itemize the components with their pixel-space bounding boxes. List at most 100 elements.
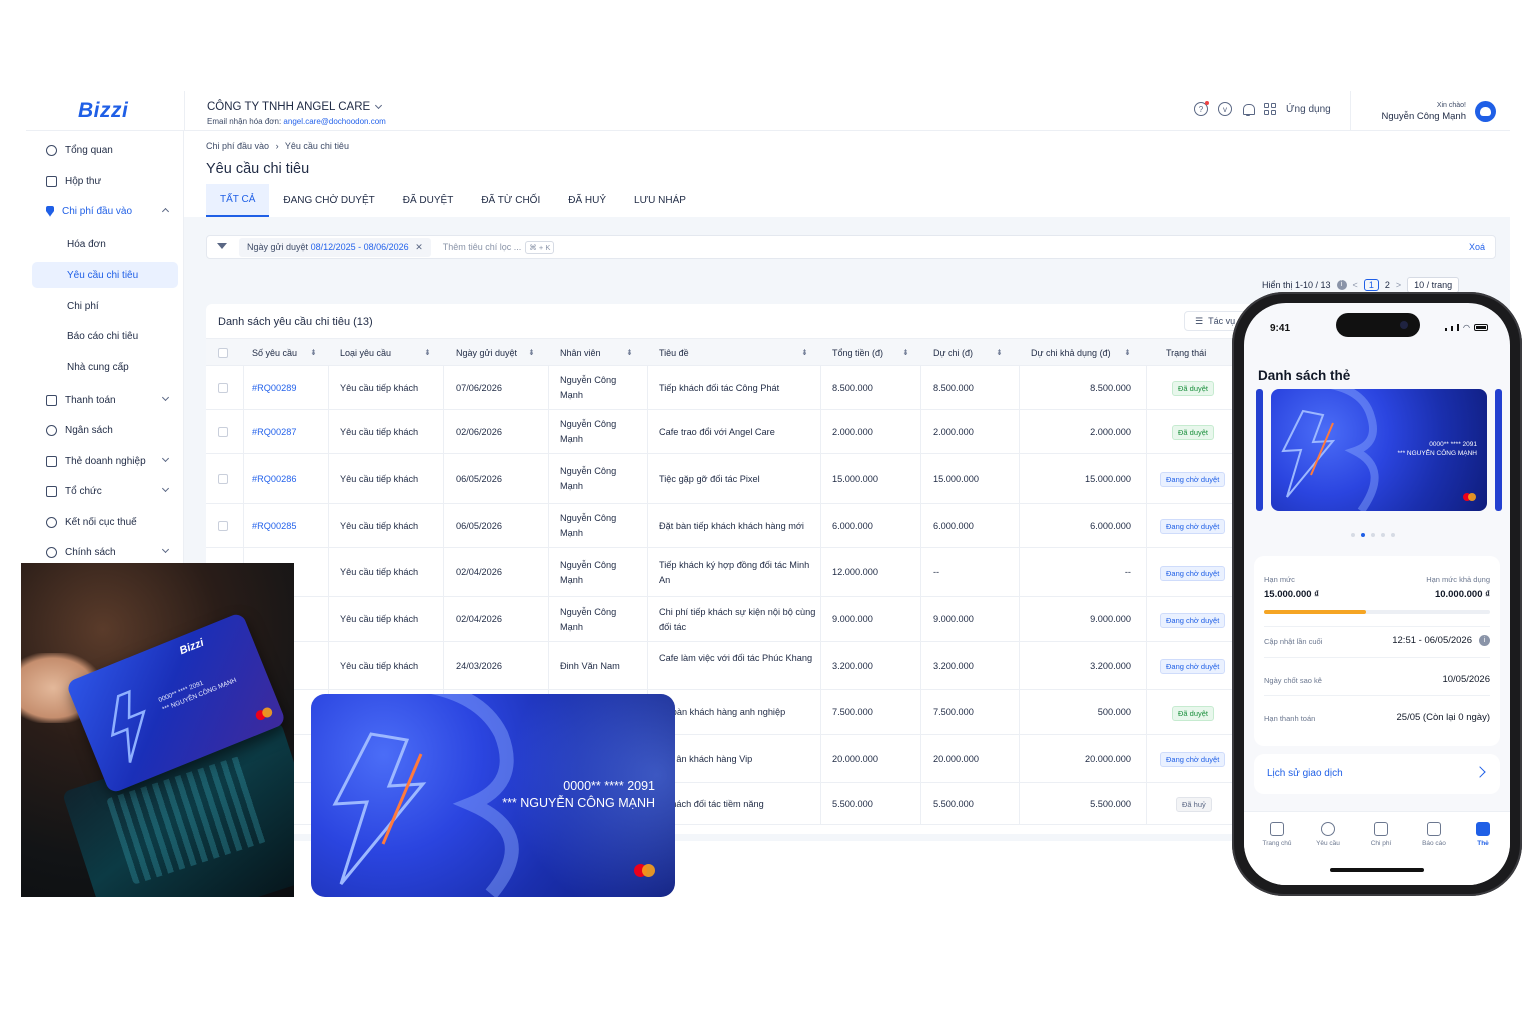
sidebar-item-policy[interactable]: Chính sách	[32, 539, 178, 565]
sidebar-item-payments[interactable]: Thanh toán	[32, 387, 178, 413]
pin-icon[interactable]: ⇟	[528, 348, 535, 357]
column-header[interactable]: Số yêu cầu ⇟	[252, 348, 317, 358]
row-checkbox[interactable]	[218, 474, 228, 484]
tab-requests[interactable]: Yêu cầu	[1303, 822, 1353, 847]
user-menu[interactable]: Xin chào! Nguyễn Công Mạnh	[1350, 91, 1510, 131]
org-chart-icon	[46, 485, 57, 497]
sidebar-subitem-expense-reports[interactable]: Báo cáo chi tiêu	[32, 323, 178, 349]
carousel-dot[interactable]	[1361, 533, 1365, 537]
filter-search-input[interactable]: Thêm tiêu chí lọc ...	[443, 242, 522, 252]
tab-cards[interactable]: Thẻ	[1458, 822, 1508, 847]
request-title: p đoàn khách hàng anh nghiệp	[659, 707, 786, 717]
sidebar-item-inbox[interactable]: Hộp thư	[32, 168, 178, 194]
tab-drafts[interactable]: LƯU NHÁP	[620, 184, 700, 217]
company-selector[interactable]: CÔNG TY TNHH ANGEL CARE Email nhận hóa đ…	[184, 91, 386, 131]
phone-card[interactable]: 0000** **** 2091 *** NGUYỄN CÔNG MẠNH	[1271, 389, 1487, 511]
sidebar-subitem-spend-requests[interactable]: Yêu cầu chi tiêu	[32, 262, 178, 288]
filter-chip-date[interactable]: Ngày gửi duyệt 08/12/2025 - 08/06/2026 ✕	[239, 237, 431, 257]
pin-icon[interactable]: ⇟	[1124, 348, 1131, 357]
pin-icon[interactable]: ⇟	[902, 348, 909, 357]
select-all-checkbox[interactable]	[218, 348, 228, 358]
column-header[interactable]: Trạng thái	[1166, 348, 1206, 358]
column-header[interactable]: Dự chi khả dụng (đ) ⇟	[1031, 348, 1131, 358]
tab-home[interactable]: Trang chủ	[1252, 822, 1302, 847]
avatar[interactable]	[1475, 101, 1496, 122]
transaction-history-button[interactable]: Lịch sử giao dịch	[1254, 754, 1500, 794]
dollar-circle-icon	[1321, 822, 1335, 836]
sidebar-item-tax-connect[interactable]: Kết nối cục thuế	[32, 509, 178, 535]
actions-label: Tác vụ	[1208, 316, 1236, 326]
pin-icon[interactable]: ⇟	[310, 348, 317, 357]
tab-approved[interactable]: ĐÃ DUYỆT	[389, 184, 468, 217]
sidebar-item-label: Thanh toán	[65, 394, 116, 406]
column-header[interactable]: Nhân viên ⇟	[560, 348, 633, 358]
page-size-select[interactable]: 10 / trang	[1407, 277, 1460, 293]
request-type: Yêu cầu tiếp khách	[340, 521, 419, 531]
row-checkbox[interactable]	[218, 521, 228, 531]
usage-bar-fill	[1264, 610, 1366, 614]
column-header[interactable]: Loại yêu cầu ⇟	[340, 348, 431, 358]
apps-grid-icon[interactable]	[1264, 103, 1276, 115]
sidebar-item-input-costs[interactable]: Chi phí đầu vào	[32, 198, 178, 224]
bizzi-logo[interactable]: Bizzi	[78, 99, 128, 123]
clear-filter-button[interactable]: Xoá	[1469, 242, 1485, 252]
request-id-link[interactable]: #RQ00286	[252, 472, 322, 487]
page-button[interactable]: 2	[1385, 280, 1390, 290]
request-title: Tiếp khách ký hợp đồng đối tác Minh An	[659, 560, 810, 585]
column-divider	[443, 642, 444, 689]
verified-icon[interactable]: v	[1218, 102, 1232, 116]
column-header[interactable]: Tổng tiền (đ) ⇟	[832, 348, 909, 358]
tab-rejected[interactable]: ĐÃ TỪ CHỐI	[467, 184, 554, 217]
tab-pending[interactable]: ĐANG CHỜ DUYỆT	[269, 184, 388, 217]
page-button[interactable]: 1	[1363, 279, 1379, 291]
breadcrumb-parent[interactable]: Chi phí đầu vào	[206, 141, 269, 151]
carousel-dot[interactable]	[1381, 533, 1385, 537]
help-icon[interactable]: ?	[1194, 101, 1209, 116]
carousel-dot[interactable]	[1391, 533, 1395, 537]
bell-icon[interactable]	[1242, 103, 1255, 116]
prev-card-peek[interactable]	[1256, 389, 1263, 511]
close-icon[interactable]: ✕	[415, 242, 423, 252]
carousel-dot[interactable]	[1371, 533, 1375, 537]
column-divider	[1146, 410, 1147, 453]
row-checkbox[interactable]	[218, 383, 228, 393]
download-arrow-icon	[46, 205, 54, 217]
request-id-link[interactable]: #RQ00287	[252, 425, 322, 440]
carousel-dot[interactable]	[1351, 533, 1355, 537]
request-id-link[interactable]: #RQ00289	[252, 381, 322, 396]
filter-icon[interactable]	[217, 242, 227, 252]
column-header[interactable]: Tiêu đề ⇟	[659, 348, 808, 358]
prev-page-button[interactable]: <	[1353, 280, 1358, 290]
column-header[interactable]: Dự chi (đ) ⇟	[933, 348, 1003, 358]
column-header[interactable]: Ngày gửi duyệt ⇟	[456, 348, 535, 358]
row-checkbox[interactable]	[218, 427, 228, 437]
b-lightning-logo-icon	[1281, 389, 1379, 511]
sidebar-item-organization[interactable]: Tổ chức	[32, 478, 178, 504]
shortcut-hint: ⌘ + K	[525, 240, 555, 254]
tab-reports[interactable]: Báo cáo	[1409, 822, 1459, 847]
pin-icon[interactable]: ⇟	[996, 348, 1003, 357]
apps-label[interactable]: Ứng dụng	[1286, 104, 1331, 115]
sidebar-item-corporate-cards[interactable]: Thẻ doanh nghiệp	[32, 448, 178, 474]
info-icon[interactable]: i	[1336, 280, 1347, 290]
next-page-button[interactable]: >	[1396, 280, 1401, 290]
tab-expenses[interactable]: Chi phí	[1356, 822, 1406, 847]
tab-all[interactable]: TẤT CẢ	[206, 184, 270, 217]
pin-icon[interactable]: ⇟	[801, 348, 808, 357]
sidebar-item-budget[interactable]: Ngân sách	[32, 417, 178, 443]
column-divider	[920, 548, 921, 596]
email-value[interactable]: angel.care@dochoodon.com	[283, 117, 385, 126]
request-id-link[interactable]: #RQ00285	[252, 519, 322, 534]
request-title: c tri ân khách hàng Vip	[659, 754, 753, 764]
sidebar-subitem-vendors[interactable]: Nhà cung cấp	[32, 354, 178, 380]
next-card-peek[interactable]	[1495, 389, 1502, 511]
tab-cancelled[interactable]: ĐÃ HUỶ	[554, 184, 620, 217]
column-divider	[1019, 735, 1020, 782]
sidebar-subitem-invoices[interactable]: Hóa đơn	[32, 231, 178, 257]
pin-icon[interactable]: ⇟	[626, 348, 633, 357]
pin-icon[interactable]: ⇟	[424, 348, 431, 357]
info-icon[interactable]: i	[1479, 635, 1490, 646]
column-header-label: Trạng thái	[1166, 348, 1207, 358]
sidebar-subitem-expenses[interactable]: Chi phí	[32, 293, 178, 319]
sidebar-item-overview[interactable]: Tổng quan	[32, 137, 178, 163]
